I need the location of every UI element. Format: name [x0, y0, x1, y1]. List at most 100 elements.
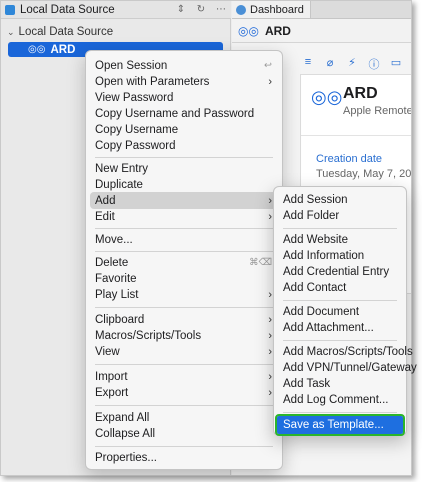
- attachment-icon[interactable]: ⌀: [324, 56, 336, 72]
- menu-item-duplicate[interactable]: Duplicate: [95, 176, 272, 193]
- menu-item-macros-scripts-tools[interactable]: Macros/Scripts/Tools ›: [95, 327, 272, 344]
- menu-item-new-entry[interactable]: New Entry: [95, 160, 272, 177]
- submenu-item-label: Add Attachment...: [283, 321, 374, 334]
- menu-separator: [95, 405, 273, 406]
- data-source-bar[interactable]: Local Data Source ⇕ ↻ ⋯: [1, 1, 231, 19]
- list-icon[interactable]: ≡: [302, 56, 314, 72]
- menu-separator: [95, 307, 273, 308]
- card-divider: [301, 135, 411, 136]
- menu-item-play-list[interactable]: Play List ›: [95, 286, 272, 303]
- chevron-right-icon: ›: [268, 210, 272, 223]
- submenu-item-label: Save as Template...: [283, 419, 384, 431]
- menu-item-label: Favorite: [95, 272, 137, 285]
- tree-root-label: Local Data Source: [18, 26, 114, 38]
- menu-item-label: Delete: [95, 256, 129, 269]
- submenu-item-label: Add Contact: [283, 281, 347, 294]
- submenu-item-label: Add Folder: [283, 209, 340, 222]
- submenu-item-add-vpn-tunnel-gateway[interactable]: Add VPN/Tunnel/Gateway: [283, 359, 417, 376]
- chevron-updown-icon[interactable]: ⇕: [171, 4, 191, 15]
- submenu-item-label: Add Document: [283, 305, 360, 318]
- submenu-item-add-log-comment[interactable]: Add Log Comment...: [283, 391, 400, 408]
- refresh-icon[interactable]: ↻: [191, 4, 211, 15]
- menu-item-label: Duplicate: [95, 178, 143, 191]
- menu-item-move[interactable]: Move...: [95, 231, 272, 248]
- card-title: ARD: [343, 85, 378, 102]
- menu-item-label: Export: [95, 386, 129, 399]
- menu-separator: [95, 228, 273, 229]
- tab-dashboard[interactable]: Dashboard: [232, 1, 311, 18]
- menu-item-copy-username-and-password[interactable]: Copy Username and Password: [95, 105, 272, 122]
- data-source-label[interactable]: Local Data Source: [20, 4, 171, 16]
- menu-item-view[interactable]: View ›: [95, 343, 272, 360]
- submenu-item-add-macros-scripts-tools[interactable]: Add Macros/Scripts/Tools: [283, 343, 413, 360]
- menu-item-open-with-parameters[interactable]: Open with Parameters ›: [95, 73, 272, 90]
- chevron-right-icon: ›: [268, 288, 272, 301]
- menu-item-edit[interactable]: Edit ›: [95, 208, 272, 225]
- tab-bar: Dashboard: [232, 1, 411, 19]
- document-icon[interactable]: ▭: [390, 56, 402, 72]
- chevron-right-icon: ›: [268, 386, 272, 399]
- submenu-item-add-website[interactable]: Add Website: [283, 231, 400, 248]
- submenu-item-add-document[interactable]: Add Document: [283, 303, 400, 320]
- menu-item-collapse-all[interactable]: Collapse All: [95, 425, 272, 442]
- menu-item-expand-all[interactable]: Expand All: [95, 409, 272, 426]
- tree-root[interactable]: ⌄ Local Data Source: [7, 26, 113, 38]
- submenu-item-add-information[interactable]: Add Information: [283, 247, 400, 264]
- dashboard-icon: [236, 4, 246, 15]
- menu-item-label: Clipboard: [95, 313, 145, 326]
- submenu-item-add-session[interactable]: Add Session: [283, 191, 400, 208]
- chevron-right-icon: ›: [268, 194, 272, 207]
- submenu-item-add-attachment[interactable]: Add Attachment...: [283, 319, 400, 336]
- menu-item-label: Copy Password: [95, 139, 176, 152]
- creation-date-value: Tuesday, May 7, 2024: [316, 168, 412, 180]
- submenu-item-label: Add Website: [283, 233, 348, 246]
- submenu-item-label: Add Macros/Scripts/Tools: [283, 345, 413, 358]
- menu-item-export[interactable]: Export ›: [95, 384, 272, 401]
- menu-item-label: Open Session: [95, 59, 168, 72]
- menu-item-label: New Entry: [95, 162, 149, 175]
- creation-date-label: Creation date: [316, 153, 383, 165]
- menu-item-label: View: [95, 345, 120, 358]
- menu-item-copy-username[interactable]: Copy Username: [95, 121, 272, 138]
- menu-item-delete[interactable]: Delete ⌘⌫: [95, 254, 272, 271]
- menu-item-label: Add: [95, 194, 116, 207]
- menu-item-label: Macros/Scripts/Tools: [95, 329, 202, 342]
- chevron-right-icon: ›: [268, 370, 272, 383]
- binoculars-icon: ◎◎: [311, 87, 343, 107]
- entry-header: ◎◎ ARD: [232, 19, 411, 43]
- submenu-item-label: Add Session: [283, 193, 348, 206]
- menu-item-open-session[interactable]: Open Session ↩: [95, 57, 272, 74]
- macro-icon[interactable]: ⚡: [346, 56, 358, 72]
- delete-shortcut: ⌘⌫: [249, 257, 272, 268]
- chevron-right-icon: ›: [268, 313, 272, 326]
- menu-item-import[interactable]: Import ›: [95, 368, 272, 385]
- info-icon[interactable]: ⓘ: [368, 56, 380, 72]
- submenu-item-label: Add VPN/Tunnel/Gateway: [283, 361, 417, 374]
- menu-item-label: Copy Username: [95, 123, 179, 136]
- submenu-item-add-folder[interactable]: Add Folder: [283, 207, 400, 224]
- database-icon: [5, 4, 15, 15]
- submenu-item-add-contact[interactable]: Add Contact: [283, 279, 400, 296]
- menu-separator: [95, 251, 273, 252]
- menu-item-label: Open with Parameters: [95, 75, 210, 88]
- menu-separator: [95, 364, 273, 365]
- add-submenu: Add Session Add Folder Add Website Add I…: [273, 186, 417, 436]
- menu-item-view-password[interactable]: View Password: [95, 89, 272, 106]
- tree-item-label: ARD: [50, 43, 76, 56]
- menu-item-label: Import: [95, 370, 128, 383]
- menu-item-copy-password[interactable]: Copy Password: [95, 137, 272, 154]
- menu-item-label: Expand All: [95, 411, 150, 424]
- menu-separator: [95, 446, 273, 447]
- menu-item-favorite[interactable]: Favorite: [95, 270, 272, 287]
- submenu-item-add-credential-entry[interactable]: Add Credential Entry: [283, 263, 400, 280]
- more-icon[interactable]: ⋯: [211, 4, 231, 15]
- menu-item-clipboard[interactable]: Clipboard ›: [95, 311, 272, 328]
- submenu-item-save-as-template[interactable]: Save as Template...: [275, 414, 405, 436]
- chevron-down-icon[interactable]: ⌄: [7, 27, 15, 38]
- menu-item-add[interactable]: Add ›: [90, 192, 277, 209]
- card-subtitle: Apple Remote D: [343, 105, 412, 117]
- return-key-icon: ↩: [264, 60, 272, 71]
- entry-toolbar: ≡ ⌀ ⚡ ⓘ ▭: [302, 56, 402, 72]
- menu-item-properties[interactable]: Properties...: [95, 449, 272, 466]
- submenu-item-add-task[interactable]: Add Task: [283, 375, 400, 392]
